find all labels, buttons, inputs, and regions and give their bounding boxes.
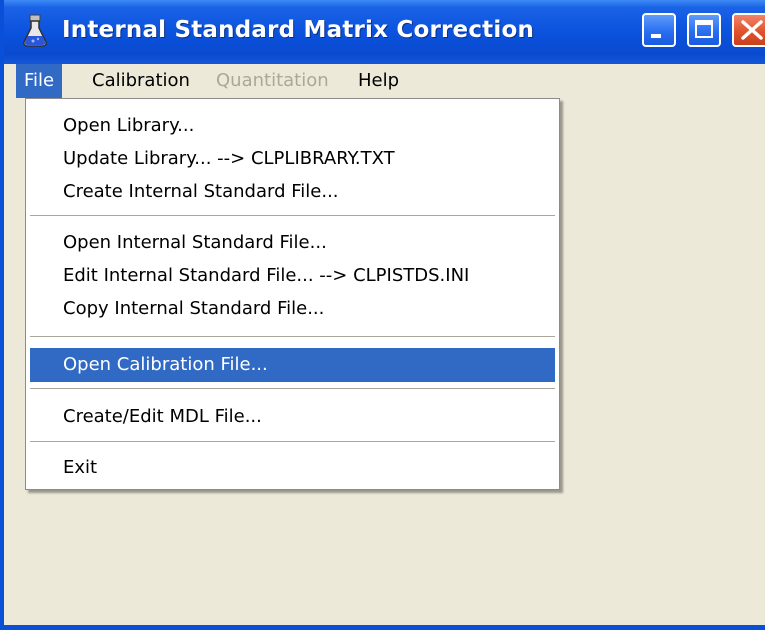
menu-item-open-internal-standard[interactable]: Open Internal Standard File...	[30, 226, 555, 259]
minimize-icon	[651, 34, 661, 38]
menu-bar: File Calibration Quantitation Help	[4, 64, 765, 98]
menu-separator	[30, 336, 555, 338]
close-button[interactable]	[732, 13, 765, 47]
window-title: Internal Standard Matrix Correction	[62, 17, 535, 43]
menu-item-open-calibration[interactable]: Open Calibration File...	[30, 348, 555, 382]
menu-item-open-library[interactable]: Open Library...	[30, 109, 555, 142]
menu-item-update-library[interactable]: Update Library... --> CLPLIBRARY.TXT	[30, 142, 555, 175]
app-window: Internal Standard Matrix Correction File…	[0, 0, 765, 630]
title-bar[interactable]: Internal Standard Matrix Correction	[4, 0, 765, 64]
menu-separator	[30, 388, 555, 390]
menu-item-edit-internal-standard[interactable]: Edit Internal Standard File... --> CLPIS…	[30, 259, 555, 292]
menu-help[interactable]: Help	[350, 64, 407, 98]
menu-quantitation[interactable]: Quantitation	[208, 64, 337, 98]
file-menu-dropdown: Open Library... Update Library... --> CL…	[25, 98, 560, 490]
minimize-button[interactable]	[642, 13, 676, 47]
menu-separator	[30, 441, 555, 443]
close-icon	[741, 20, 763, 40]
flask-icon	[20, 14, 50, 48]
menu-item-create-internal-standard[interactable]: Create Internal Standard File...	[30, 175, 555, 208]
menu-file[interactable]: File	[16, 64, 63, 98]
menu-item-copy-internal-standard[interactable]: Copy Internal Standard File...	[30, 292, 555, 325]
menu-item-create-edit-mdl[interactable]: Create/Edit MDL File...	[30, 400, 555, 433]
menu-item-exit[interactable]: Exit	[30, 451, 555, 484]
maximize-icon	[695, 20, 713, 38]
menu-calibration[interactable]: Calibration	[84, 64, 198, 98]
menu-separator	[30, 215, 555, 217]
maximize-button[interactable]	[687, 13, 721, 47]
